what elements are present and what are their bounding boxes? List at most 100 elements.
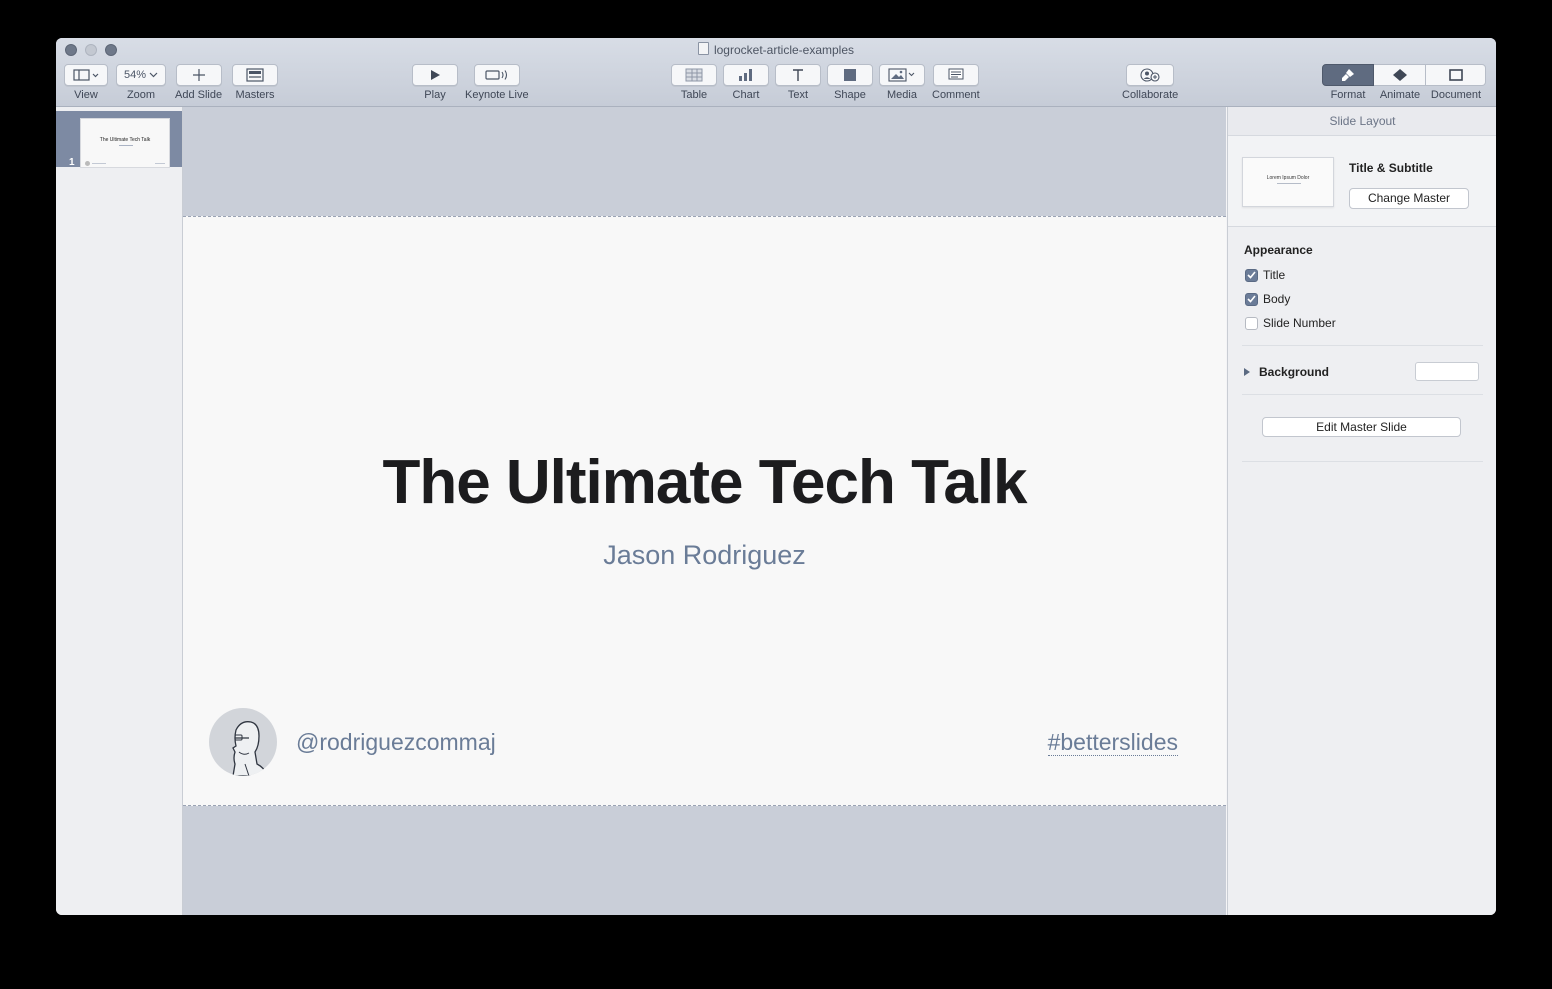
format-button[interactable]	[1322, 64, 1374, 86]
sidebar-view-icon	[73, 69, 99, 81]
slide[interactable]: The Ultimate Tech Talk Jason Rodriguez @…	[183, 216, 1226, 806]
animate-button[interactable]	[1374, 64, 1426, 86]
zoom-label: Zoom	[126, 89, 156, 101]
collaborate-tool[interactable]: Collaborate	[1122, 64, 1178, 101]
comment-button[interactable]	[932, 64, 979, 86]
comment-icon	[948, 68, 964, 80]
comment-tool[interactable]: Comment	[932, 64, 980, 101]
paintbrush-icon	[1342, 69, 1354, 81]
play-tool[interactable]: Play	[412, 64, 458, 101]
chart-button[interactable]	[723, 64, 769, 86]
zoom-popup[interactable]: 54%	[116, 64, 166, 86]
thumbnail-handle-line	[92, 163, 106, 164]
view-button[interactable]	[64, 64, 108, 86]
text-tool[interactable]: Text	[775, 64, 821, 101]
chart-tool[interactable]: Chart	[723, 64, 769, 101]
table-button[interactable]	[671, 64, 717, 86]
inspector-header: Slide Layout	[1228, 107, 1496, 136]
appearance-title: Appearance	[1244, 243, 1313, 257]
collaborate-label: Collaborate	[1122, 89, 1179, 101]
document-label: Document	[1430, 89, 1482, 101]
tab-format[interactable]: Format	[1322, 64, 1374, 101]
divider	[1242, 461, 1483, 462]
slide-canvas[interactable]: The Ultimate Tech Talk Jason Rodriguez @…	[183, 107, 1226, 915]
table-icon	[685, 68, 703, 82]
chart-label: Chart	[732, 89, 760, 101]
title-checkbox-row[interactable]: Title	[1245, 268, 1285, 282]
text-label: Text	[787, 89, 809, 101]
layout-thumbnail-text: Lorem Ipsum Dolor	[1266, 175, 1310, 181]
document-button[interactable]	[1426, 64, 1486, 86]
keynote-live-label: Keynote Live	[465, 89, 529, 101]
slide-subtitle[interactable]: Jason Rodriguez	[183, 540, 1226, 571]
plus-icon	[192, 69, 205, 81]
twitter-handle[interactable]: @rodriguezcommaj	[296, 729, 496, 756]
collaborate-button[interactable]	[1126, 64, 1175, 86]
media-button[interactable]	[879, 64, 925, 86]
shape-button[interactable]	[827, 64, 873, 86]
masters-label: Masters	[235, 89, 275, 101]
change-master-button[interactable]: Change Master	[1349, 188, 1469, 209]
add-slide-tool[interactable]: Add Slide	[175, 64, 222, 101]
checkmark-icon	[1247, 295, 1256, 303]
thumbnail-hashtag-line	[155, 163, 165, 164]
divider	[1242, 345, 1483, 346]
slide-thumbnail-1[interactable]: 1 The Ultimate Tech Talk	[56, 111, 182, 168]
slide-number-checkbox-row[interactable]: Slide Number	[1245, 316, 1336, 330]
media-tool[interactable]: Media	[879, 64, 925, 101]
title-checkbox[interactable]	[1245, 268, 1258, 282]
text-button[interactable]	[775, 64, 821, 86]
bar-chart-icon	[739, 69, 752, 81]
tab-document[interactable]: Document	[1426, 64, 1486, 101]
table-tool[interactable]: Table	[671, 64, 717, 101]
document-icon	[697, 42, 709, 55]
slide-number-checkbox-label: Slide Number	[1263, 316, 1336, 330]
tab-animate[interactable]: Animate	[1374, 64, 1426, 101]
play-button[interactable]	[412, 64, 458, 86]
edit-master-slide-button[interactable]: Edit Master Slide	[1262, 417, 1461, 437]
keynote-live-icon	[485, 70, 507, 80]
slide-number-checkbox[interactable]	[1245, 316, 1258, 330]
layout-name: Title & Subtitle	[1349, 161, 1433, 175]
add-slide-button[interactable]	[175, 64, 222, 86]
disclosure-triangle-icon	[1244, 368, 1250, 376]
slide-title[interactable]: The Ultimate Tech Talk	[183, 447, 1226, 518]
play-label: Play	[424, 89, 446, 101]
checkmark-icon	[1247, 271, 1256, 279]
masters-icon	[246, 68, 264, 82]
shape-tool[interactable]: Shape	[827, 64, 873, 101]
background-label: Background	[1259, 365, 1330, 379]
body-checkbox[interactable]	[1245, 292, 1258, 306]
inspector-tabs: Format Animate Document	[1322, 64, 1486, 101]
body-checkbox-row[interactable]: Body	[1245, 292, 1290, 306]
body-checkbox-label: Body	[1263, 292, 1291, 306]
zoom-tool[interactable]: 54% Zoom	[116, 64, 166, 101]
masters-button[interactable]	[232, 64, 278, 86]
window-title: logrocket-article-examples	[56, 42, 1496, 57]
play-icon	[431, 70, 440, 80]
hashtag[interactable]: #betterslides	[1047, 729, 1178, 756]
thumbnail-title: The Ultimate Tech Talk	[99, 137, 151, 143]
avatar[interactable]	[209, 708, 277, 776]
keynote-live-tool[interactable]: Keynote Live	[465, 64, 529, 101]
shape-icon	[844, 69, 856, 81]
animate-icon	[1392, 69, 1407, 81]
slide-number: 1	[69, 157, 75, 168]
slide-layout-section: Lorem Ipsum Dolor Title & Subtitle Chang…	[1228, 136, 1496, 227]
layout-thumbnail[interactable]: Lorem Ipsum Dolor	[1242, 157, 1334, 207]
image-icon	[888, 68, 915, 82]
add-slide-label: Add Slide	[175, 89, 223, 101]
background-disclosure[interactable]: Background	[1244, 365, 1329, 379]
layout-thumbnail-subtitle-line	[1277, 183, 1301, 184]
masters-tool[interactable]: Masters	[232, 64, 278, 101]
format-inspector: Slide Layout Lorem Ipsum Dolor Title & S…	[1227, 107, 1496, 915]
view-tool[interactable]: View	[64, 64, 108, 101]
thumbnail-subtitle-line	[119, 145, 133, 146]
chevron-down-icon	[149, 72, 158, 78]
toolbar: logrocket-article-examples View 54% Zoom	[56, 38, 1496, 107]
thumbnail-avatar	[85, 161, 90, 166]
divider	[1242, 394, 1483, 395]
keynote-live-button[interactable]	[473, 64, 520, 86]
background-color-well[interactable]	[1415, 362, 1479, 381]
window-title-text: logrocket-article-examples	[713, 43, 855, 57]
